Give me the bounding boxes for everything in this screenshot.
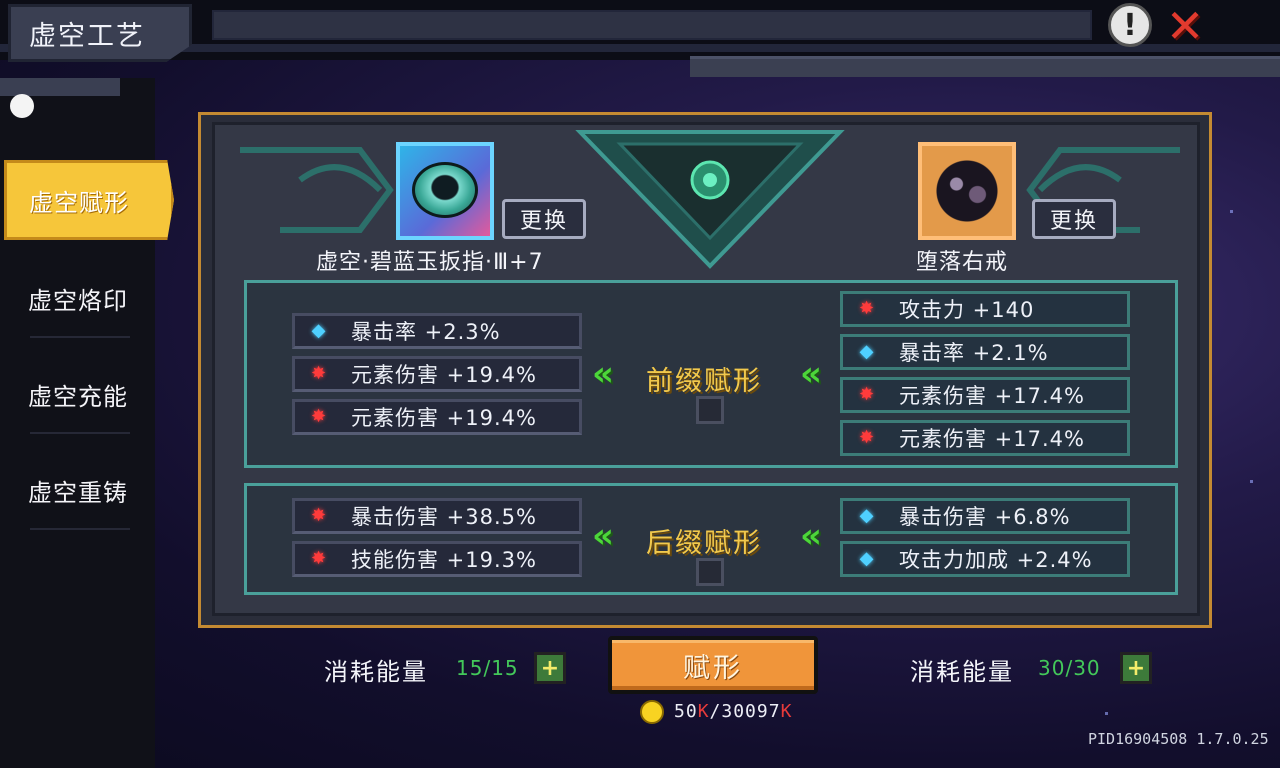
left-energy-add-button[interactable]: +: [534, 652, 566, 684]
left-item-name: 虚空·碧蓝玉扳指·Ⅲ+7: [316, 250, 544, 275]
stat-text: 暴击伤害 +38.5%: [351, 505, 537, 529]
red-gem-icon: ✸: [858, 427, 876, 448]
prefix-left-stat: ◆ 暴击率 +2.3%: [292, 313, 582, 349]
prefix-right-stat: ✸ 攻击力 +140: [840, 291, 1130, 327]
cost-unit: K: [780, 701, 793, 722]
exclamation-icon[interactable]: !: [1108, 3, 1152, 47]
red-gem-icon: ✸: [858, 384, 876, 405]
sidebar-divider: [30, 336, 130, 338]
cost-separator: /: [709, 701, 722, 722]
fallen-ring-icon: [932, 156, 1002, 226]
cost-current: 50: [674, 701, 698, 722]
sidebar-divider: [30, 528, 130, 530]
top-ledge-right: [690, 56, 1280, 77]
suffix-right-stat: ◆ 攻击力加成 +2.4%: [840, 541, 1130, 577]
right-swap-button[interactable]: 更换: [1032, 199, 1116, 239]
red-gem-icon: ✸: [310, 505, 328, 526]
suffix-lock-checkbox[interactable]: [696, 558, 724, 586]
stat-text: 攻击力加成 +2.4%: [899, 548, 1093, 572]
sidebar-item-void-brand[interactable]: 虚空烙印: [6, 258, 166, 338]
cost-total: 30097: [721, 701, 781, 722]
right-item-name: 堕落右戒: [916, 250, 1009, 275]
left-swap-button[interactable]: 更换: [502, 199, 586, 239]
chevron-left-icon: «: [592, 516, 614, 556]
gold-coin-icon: [640, 700, 664, 724]
red-gem-icon: ✸: [310, 363, 328, 384]
stat-text: 元素伤害 +17.4%: [899, 384, 1085, 408]
star-decoration: [1250, 480, 1253, 483]
stat-text: 攻击力 +140: [899, 298, 1035, 322]
prefix-right-stat: ◆ 暴击率 +2.1%: [840, 334, 1130, 370]
close-icon[interactable]: ✕: [1162, 3, 1208, 49]
jade-ring-icon: [412, 162, 478, 218]
chevron-left-icon: «: [800, 354, 822, 394]
stat-text: 元素伤害 +19.4%: [351, 363, 537, 387]
prefix-left-stat: ✸ 元素伤害 +19.4%: [292, 399, 582, 435]
sidebar-divider: [30, 432, 130, 434]
red-gem-icon: ✸: [310, 406, 328, 427]
prefix-lock-checkbox[interactable]: [696, 396, 724, 424]
forge-button[interactable]: 赋形: [608, 636, 818, 694]
stat-text: 暴击率 +2.1%: [899, 341, 1049, 365]
red-gem-icon: ✸: [858, 298, 876, 319]
version-label: PID16904508 1.7.0.25: [1088, 730, 1269, 748]
chevron-left-icon: «: [592, 354, 614, 394]
right-item-slot[interactable]: [918, 142, 1016, 240]
right-energy-value: 30/30: [1038, 656, 1101, 680]
sidebar-item-void-shaping[interactable]: 虚空赋形: [4, 160, 174, 240]
prefix-left-stat: ✸ 元素伤害 +19.4%: [292, 356, 582, 392]
left-energy-label: 消耗能量: [324, 658, 428, 686]
red-gem-icon: ✸: [310, 548, 328, 569]
chevron-left-icon: «: [800, 516, 822, 556]
star-decoration: [1230, 210, 1233, 213]
cost-unit: K: [697, 701, 710, 722]
right-energy-label: 消耗能量: [910, 658, 1014, 686]
star-decoration: [1105, 712, 1108, 715]
top-ledge: [0, 44, 1280, 52]
stat-text: 暴击伤害 +6.8%: [899, 505, 1071, 529]
prefix-right-stat: ✸ 元素伤害 +17.4%: [840, 420, 1130, 456]
prefix-right-stat: ✸ 元素伤害 +17.4%: [840, 377, 1130, 413]
sidebar-item-void-recast[interactable]: 虚空重铸: [6, 450, 166, 530]
prefix-forge-label: 前缀赋形: [646, 366, 762, 397]
suffix-left-stat: ✸ 技能伤害 +19.3%: [292, 541, 582, 577]
blue-gem-icon: ◆: [311, 320, 327, 341]
suffix-left-stat: ✸ 暴击伤害 +38.5%: [292, 498, 582, 534]
blue-gem-icon: ◆: [859, 548, 875, 569]
stat-text: 元素伤害 +19.4%: [351, 406, 537, 430]
stat-text: 技能伤害 +19.3%: [351, 548, 537, 572]
title-strip: [212, 10, 1092, 40]
sidebar-item-void-charge[interactable]: 虚空充能: [6, 354, 166, 434]
notification-dot: [10, 94, 34, 118]
blue-gem-icon: ◆: [859, 341, 875, 362]
sidebar-ledge: [0, 78, 120, 96]
suffix-forge-label: 后缀赋形: [646, 528, 762, 559]
stat-text: 元素伤害 +17.4%: [899, 427, 1085, 451]
blue-gem-icon: ◆: [859, 505, 875, 526]
suffix-right-stat: ◆ 暴击伤害 +6.8%: [840, 498, 1130, 534]
window-title: 虚空工艺: [8, 4, 192, 62]
stat-text: 暴击率 +2.3%: [351, 320, 501, 344]
gold-cost: 50K/30097K: [674, 701, 792, 722]
left-item-slot[interactable]: [396, 142, 494, 240]
right-energy-add-button[interactable]: +: [1120, 652, 1152, 684]
left-energy-value: 15/15: [456, 656, 519, 680]
